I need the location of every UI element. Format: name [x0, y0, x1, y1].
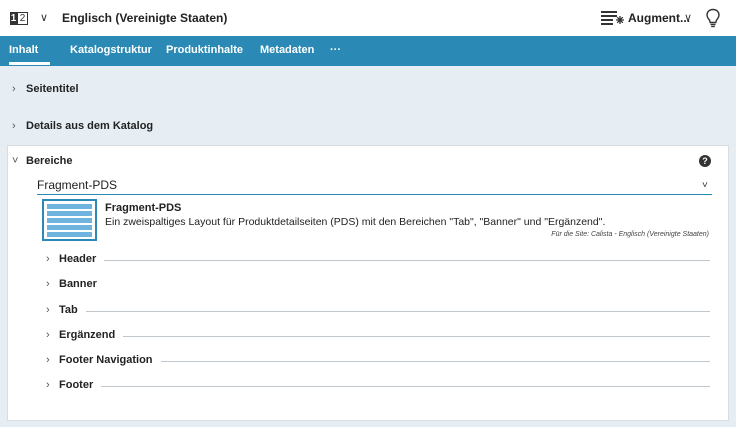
layout-thumbnail-icon[interactable] — [42, 199, 97, 241]
chevron-right-icon: › — [12, 120, 16, 132]
section-label: Footer Navigation — [59, 354, 161, 366]
section-divider — [59, 386, 710, 387]
section-label: Footer — [59, 379, 102, 391]
section-divider — [59, 336, 710, 337]
tab-more-menu[interactable]: ··· — [330, 44, 341, 56]
section-label: Tab — [59, 304, 86, 316]
section-divider — [59, 311, 710, 312]
chevron-right-icon: › — [12, 83, 16, 95]
option-site-note: Für die Site: Calista - Englisch (Verein… — [551, 231, 709, 238]
help-icon[interactable]: ? — [699, 155, 711, 167]
section-footer[interactable]: › Footer — [46, 379, 710, 393]
tab-katalogstruktur[interactable]: Katalogstruktur — [70, 44, 152, 56]
combobox-underline — [37, 194, 712, 195]
language-icon-part-b: 2 — [17, 12, 28, 25]
augment-chevron-icon[interactable]: ∨ — [684, 11, 692, 24]
layout-combobox[interactable]: Fragment-PDS — [37, 178, 117, 192]
panel-seitentitel[interactable]: › Seitentitel — [12, 83, 79, 95]
section-footer-navigation[interactable]: › Footer Navigation — [46, 354, 710, 368]
tab-inhalt[interactable]: Inhalt — [9, 44, 38, 56]
panel-seitentitel-label: Seitentitel — [26, 83, 79, 95]
chevron-right-icon: › — [46, 304, 50, 316]
section-banner[interactable]: › Banner — [46, 278, 710, 292]
chevron-down-icon: ˅ — [12, 155, 19, 167]
section-divider — [59, 260, 710, 261]
tab-produktinhalte[interactable]: Produktinhalte — [166, 44, 243, 56]
language-dropdown-chevron-icon[interactable]: ∨ — [40, 11, 48, 24]
lightbulb-icon[interactable] — [705, 8, 721, 28]
language-selector[interactable]: Englisch (Vereinigte Staaten) — [62, 11, 227, 25]
section-label: Ergänzend — [59, 329, 124, 341]
option-description: Ein zweispaltiges Layout für Produktdeta… — [105, 216, 606, 228]
top-toolbar: 1 2 ∨ Englisch (Vereinigte Staaten) Augm… — [0, 0, 736, 36]
section-tab[interactable]: › Tab — [46, 304, 710, 318]
panel-bereiche[interactable]: ˅ Bereiche — [12, 155, 72, 167]
chevron-right-icon: › — [46, 354, 50, 366]
chevron-right-icon: › — [46, 379, 50, 391]
section-label: Header — [59, 253, 105, 265]
chevron-right-icon: › — [46, 278, 50, 290]
panel-details-label: Details aus dem Katalog — [26, 120, 154, 132]
section-ergaenzend[interactable]: › Ergänzend — [46, 329, 710, 343]
tab-bar: Inhalt Katalogstruktur Produktinhalte Me… — [0, 36, 736, 66]
augment-list-icon[interactable] — [601, 11, 625, 25]
section-label: Banner — [59, 278, 105, 290]
chevron-right-icon: › — [46, 253, 50, 265]
active-tab-indicator — [9, 62, 50, 65]
combobox-chevron-down-icon[interactable]: ˅ — [702, 180, 708, 191]
language-switch-icon[interactable]: 1 2 — [10, 12, 28, 25]
panel-details[interactable]: › Details aus dem Katalog — [12, 120, 153, 132]
chevron-right-icon: › — [46, 329, 50, 341]
language-icon-part-a: 1 — [10, 12, 18, 25]
section-header[interactable]: › Header — [46, 253, 710, 267]
panel-bereiche-label: Bereiche — [26, 155, 73, 167]
augment-button[interactable]: Augment... — [628, 11, 690, 25]
option-title[interactable]: Fragment-PDS — [105, 202, 181, 214]
tab-metadaten[interactable]: Metadaten — [260, 44, 314, 56]
